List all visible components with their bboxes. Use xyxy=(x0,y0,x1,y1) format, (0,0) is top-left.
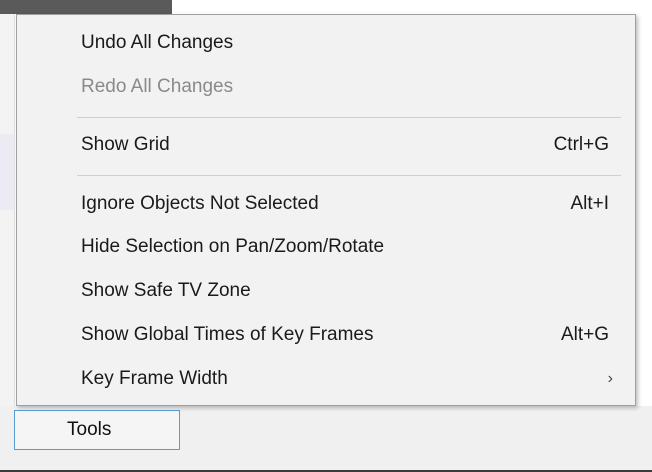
menu-item-shortcut: Ctrl+G xyxy=(553,134,609,155)
menu-item-shortcut: Alt+G xyxy=(560,324,609,345)
menu-item-hide-selection-on-pan-zoom-rotate[interactable]: Hide Selection on Pan/Zoom/Rotate xyxy=(17,229,635,265)
menu-item-redo-all-changes: Redo All Changes xyxy=(17,69,635,105)
menu-item-show-safe-tv-zone[interactable]: Show Safe TV Zone xyxy=(17,273,635,309)
menu-item-key-frame-width[interactable]: Key Frame Width › xyxy=(17,361,635,397)
menu-item-label: Key Frame Width xyxy=(81,368,228,389)
menu-item-label: Show Grid xyxy=(81,134,170,155)
menu-item-undo-all-changes[interactable]: Undo All Changes xyxy=(17,25,635,61)
menu-separator xyxy=(77,175,621,176)
background-panel-highlight xyxy=(0,134,14,210)
menu-item-label: Redo All Changes xyxy=(81,76,234,97)
menu-item-label: Show Global Times of Key Frames xyxy=(81,324,374,345)
menu-item-show-global-times-of-key-frames[interactable]: Show Global Times of Key Frames Alt+G xyxy=(17,317,635,353)
menu-separator xyxy=(77,117,621,118)
menu-item-label: Undo All Changes xyxy=(81,32,234,53)
menu-item-shortcut: Alt+I xyxy=(570,193,609,214)
chevron-right-icon: › xyxy=(607,370,613,387)
tab-tools[interactable]: Tools xyxy=(14,410,180,450)
menu-item-show-grid[interactable]: Show Grid Ctrl+G xyxy=(17,127,635,163)
menu-item-ignore-objects-not-selected[interactable]: Ignore Objects Not Selected Alt+I xyxy=(17,186,635,222)
menu-item-label: Hide Selection on Pan/Zoom/Rotate xyxy=(81,236,385,257)
background-left-panel xyxy=(0,14,15,418)
background-title-bar xyxy=(0,0,172,14)
context-menu: Undo All Changes Redo All Changes Show G… xyxy=(16,14,636,406)
menu-item-label: Show Safe TV Zone xyxy=(81,280,251,301)
menu-item-label: Ignore Objects Not Selected xyxy=(81,193,319,214)
